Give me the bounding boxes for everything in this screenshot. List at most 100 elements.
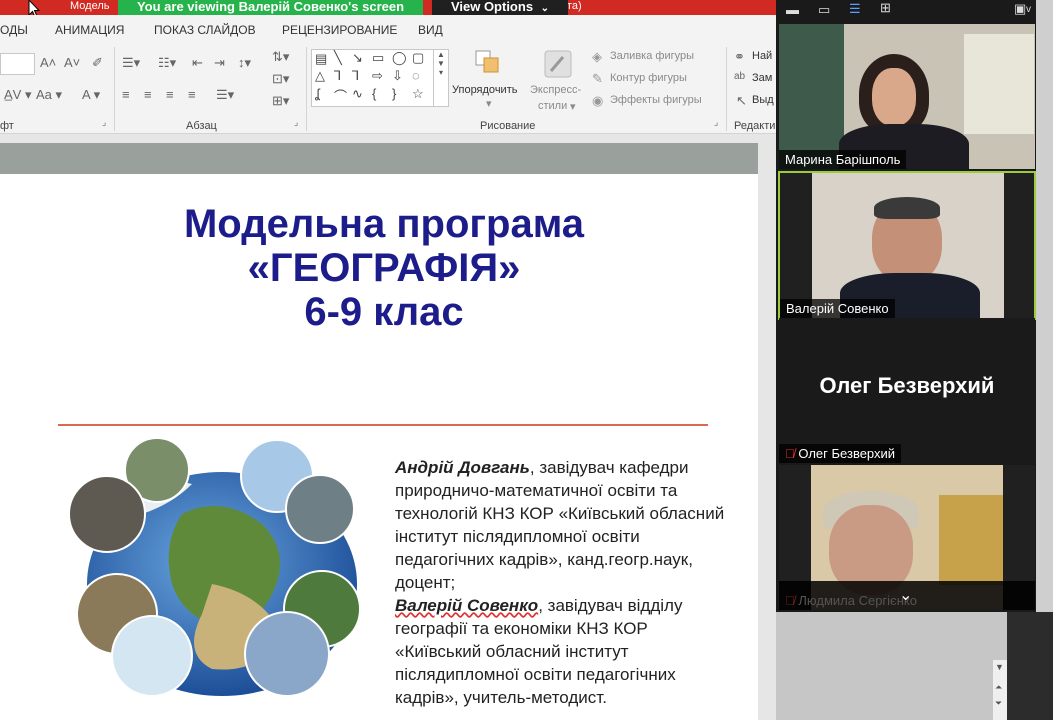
participant-tile[interactable]: 🎙̸ Людмила Сергієнко ⌄	[779, 465, 1035, 610]
scroll-down-icon[interactable]: ▼	[995, 662, 1004, 672]
editor-vertical-scrollbar[interactable]: ▼ ⏶ ⏷	[993, 660, 1007, 720]
font-color-icon[interactable]: A ▾	[82, 87, 100, 103]
author-1-description: , завідувач кафедри природничо-математич…	[395, 458, 725, 592]
replace-button[interactable]: Зам	[752, 72, 772, 84]
rectangle-shape-icon[interactable]: ▭	[372, 50, 384, 66]
participant-tile-video-off[interactable]: Олег Безверхий 🎙̸ Олег Безверхий	[779, 318, 1035, 463]
select-cursor-icon: ↖	[736, 93, 747, 108]
clear-format-icon[interactable]: ✐	[92, 55, 103, 71]
right-brace-shape-icon[interactable]: }	[392, 86, 396, 101]
bookshelf	[779, 24, 844, 169]
align-left-icon[interactable]: ≡	[122, 87, 130, 102]
tab-view[interactable]: ВИД	[418, 23, 443, 37]
arrange-button[interactable]: Упорядочить	[452, 84, 517, 96]
speaker-view-icon[interactable]: ☰	[849, 1, 861, 17]
char-spacing-icon[interactable]: A̲V ▾	[4, 87, 31, 103]
text-direction-icon[interactable]: ⇅▾	[272, 49, 289, 65]
change-case-icon[interactable]: Aa ▾	[36, 87, 62, 103]
quick-styles-button-2[interactable]: стили	[538, 100, 567, 112]
arrow-line-shape-icon[interactable]: ↘	[352, 50, 363, 66]
align-right-icon[interactable]: ≡	[166, 87, 174, 102]
grow-font-icon[interactable]: A˄	[40, 55, 56, 70]
align-text-icon[interactable]: ⊡▾	[272, 71, 289, 87]
shapes-gallery[interactable]: ▤ ╲ ↘ ▭ ◯ ▢ △ ⅂ ⅂ ⇨ ⇩ ◌ ʆ ⌒ ∿ { } ☆ ▲ ▼ ▾	[311, 49, 449, 107]
slide-header-band	[0, 143, 758, 174]
connector-shape-icon[interactable]: ⅂	[334, 68, 341, 84]
smartart-icon[interactable]: ⊞▾	[272, 93, 289, 109]
tab-slideshow[interactable]: ПОКАЗ СЛАЙДОВ	[154, 23, 256, 37]
bullets-icon[interactable]: ☰▾	[122, 55, 140, 71]
find-button[interactable]: Най	[752, 50, 772, 62]
participant-tile[interactable]: Марина Барішполь	[779, 24, 1035, 169]
gallery-view-icon[interactable]: ⊞	[880, 0, 891, 16]
line-shape-icon[interactable]: ╲	[334, 50, 342, 66]
textbox-shape-icon[interactable]: ▤	[315, 51, 327, 67]
left-brace-shape-icon[interactable]: {	[372, 86, 376, 101]
prev-slide-icon[interactable]: ⏶	[995, 682, 1002, 693]
author-2-name: Валерій Совенко	[395, 596, 539, 615]
tab-transitions[interactable]: ОДЫ	[0, 23, 28, 37]
columns-icon[interactable]: ☰▾	[216, 87, 234, 103]
participant-name: Олег Безверхий	[798, 446, 896, 461]
scribble-shape-icon[interactable]: ʆ	[315, 86, 320, 101]
justify-icon[interactable]: ≡	[188, 87, 196, 102]
participant-tile-active-speaker[interactable]: Валерій Совенко	[778, 171, 1036, 320]
gallery-scroll[interactable]: ▲ ▼ ▾	[433, 50, 448, 106]
shape-effects-button[interactable]: Эффекты фигуры	[610, 94, 702, 106]
slide-divider-line	[58, 424, 708, 426]
arc-shape-icon[interactable]: ⌒	[334, 86, 347, 105]
down-arrow-shape-icon[interactable]: ⇩	[392, 68, 403, 84]
edit-group-label: Редакти	[734, 120, 776, 132]
select-button[interactable]: Выд	[752, 94, 774, 106]
next-slide-icon[interactable]: ⏷	[995, 698, 1002, 709]
screen-layout-icon[interactable]: ▣	[1014, 1, 1026, 17]
freeform-shape-icon[interactable]: ◌	[412, 68, 420, 83]
line-spacing-icon[interactable]: ↕▾	[238, 55, 251, 71]
author-1-name: Андрій Довгань	[395, 458, 530, 477]
scroll-down-chevron-icon[interactable]: ⌄	[899, 585, 912, 605]
replace-icon: ab	[734, 71, 746, 82]
shape-fill-button[interactable]: Заливка фигуры	[610, 50, 694, 62]
thumbnail-view-icon[interactable]: ▭	[818, 2, 830, 18]
ribbon-tabs: ОДЫ АНИМАЦИЯ ПОКАЗ СЛАЙДОВ РЕЦЕНЗИРОВАНИ…	[0, 15, 776, 43]
increase-indent-icon[interactable]: ⇥	[214, 55, 225, 71]
chevron-down-icon: ▾	[570, 101, 576, 113]
collapse-chevron[interactable]: v	[1026, 4, 1031, 15]
slide-title-line-1: Модельна програма	[183, 202, 585, 246]
decrease-indent-icon[interactable]: ⇤	[192, 55, 203, 71]
slide-authors-text[interactable]: Андрій Довгань, завідувач кафедри природ…	[395, 456, 735, 709]
dialog-launcher-icon[interactable]: ⌟	[294, 117, 298, 128]
align-center-icon[interactable]: ≡	[144, 87, 152, 102]
right-arrow-shape-icon[interactable]: ⇨	[372, 68, 383, 84]
rounded-rect-shape-icon[interactable]: ▢	[412, 50, 424, 66]
ribbon: A˄ A˅ ✐ A̲V ▾ Aa ▾ A ▾ фт ⌟ ☰▾ ☷▾ ⇤ ⇥ ↕▾…	[0, 43, 776, 134]
triangle-shape-icon[interactable]: △	[315, 68, 325, 84]
star-shape-icon[interactable]: ☆	[412, 86, 424, 102]
quick-styles-icon	[544, 50, 572, 78]
pen-icon: ✎	[592, 71, 603, 86]
person-face	[872, 68, 916, 126]
zoom-panel-toolbar: ▬ ▭ ☰ ⊞ ▣ v	[776, 0, 1036, 24]
shrink-font-icon[interactable]: A˅	[64, 55, 80, 70]
oval-shape-icon[interactable]: ◯	[392, 50, 407, 66]
chevron-down-icon: ▾	[486, 98, 492, 110]
participant-name: Марина Барішполь	[779, 150, 907, 169]
tab-animation[interactable]: АНИМАЦИЯ	[55, 23, 124, 37]
quick-styles-button-1[interactable]: Экспресс-	[530, 84, 581, 96]
slide-title-line-3: 6-9 клас	[304, 290, 464, 334]
binoculars-icon: ⚭	[734, 49, 745, 64]
elbow-connector-shape-icon[interactable]: ⅂	[352, 68, 359, 84]
shape-outline-button[interactable]: Контур фигуры	[610, 72, 687, 84]
slide-title[interactable]: Модельна програма «ГЕОГРАФІЯ» 6-9 клас	[0, 202, 768, 334]
separator	[114, 47, 115, 131]
minimize-icon[interactable]: ▬	[786, 2, 799, 17]
dialog-launcher-icon[interactable]: ⌟	[102, 117, 106, 128]
tab-review[interactable]: РЕЦЕНЗИРОВАНИЕ	[282, 23, 397, 37]
curve-shape-icon[interactable]: ∿	[352, 86, 363, 102]
paint-bucket-icon: ◈	[592, 49, 602, 64]
font-size-field[interactable]	[0, 53, 35, 75]
paragraph-group-label: Абзац	[186, 120, 217, 132]
dialog-launcher-icon[interactable]: ⌟	[714, 117, 718, 128]
numbering-icon[interactable]: ☷▾	[158, 55, 176, 71]
separator	[306, 47, 307, 131]
